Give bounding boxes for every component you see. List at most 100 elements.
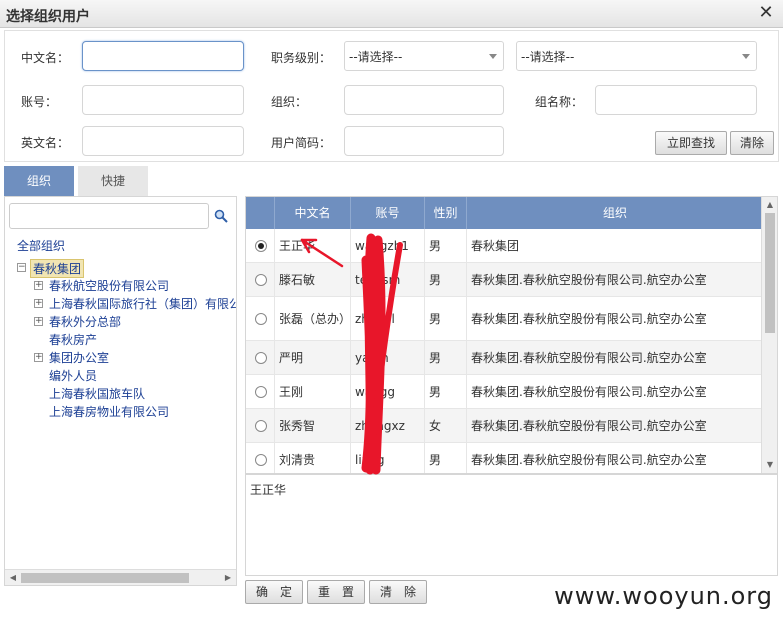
table-row[interactable]: 张秀智 zhangxz 女 春秋集团.春秋航空股份有限公司.航空办公室 <box>246 409 763 443</box>
grid-header-name[interactable]: 中文名 <box>275 197 351 229</box>
table-row[interactable]: 张磊（总办） zhangl 男 春秋集团.春秋航空股份有限公司.航空办公室 <box>246 297 763 341</box>
tab-org[interactable]: 组织 <box>4 166 74 196</box>
table-row[interactable]: 滕石敏 tengsm 男 春秋集团.春秋航空股份有限公司.航空办公室 <box>246 263 763 297</box>
row-name: 张磊（总办） <box>279 311 352 326</box>
grid-header-radio <box>246 197 275 229</box>
selected-users-box[interactable]: 王正华 <box>245 474 778 576</box>
row-org: 春秋集团 <box>471 238 520 253</box>
tree-root[interactable]: 春秋集团 <box>30 259 85 278</box>
org-input[interactable] <box>344 85 504 115</box>
grid-vertical-scrollbar[interactable]: ▲ ▼ <box>761 197 777 473</box>
row-gender: 男 <box>429 272 442 287</box>
row-radio[interactable] <box>255 351 267 364</box>
table-row[interactable]: 刘清贵 liuqg 男 春秋集团.春秋航空股份有限公司.航空办公室 <box>246 443 763 473</box>
row-radio[interactable] <box>255 419 267 432</box>
table-row[interactable]: 王刚 wangg 男 春秋集团.春秋航空股份有限公司.航空办公室 <box>246 375 763 409</box>
job-level-select-2[interactable]: --请选择-- <box>516 41 757 71</box>
row-gender: 男 <box>429 350 442 365</box>
grid-header: 中文名 账号 性别 组织 <box>246 197 763 229</box>
grid-header-gender[interactable]: 性别 <box>425 197 467 229</box>
reset-button[interactable]: 重 置 <box>307 580 365 604</box>
close-icon[interactable]: ✕ <box>757 2 775 24</box>
grid-header-org[interactable]: 组织 <box>467 197 763 229</box>
org-label: 组织： <box>271 95 308 109</box>
tree-node[interactable]: 春秋外分总部 <box>49 313 121 330</box>
row-radio[interactable] <box>255 453 267 466</box>
job-level-select-1[interactable]: --请选择-- <box>344 41 504 71</box>
dialog-titlebar: 选择组织用户 ✕ <box>0 0 783 28</box>
chevron-down-icon <box>489 54 497 59</box>
tree-node[interactable]: 上海春秋国旅车队 <box>49 385 145 402</box>
row-account: wangg <box>355 384 396 399</box>
row-account: tengsm <box>355 272 401 287</box>
tree-horizontal-scrollbar[interactable]: ◀ ▶ <box>5 569 236 585</box>
collapse-icon[interactable]: − <box>17 263 26 272</box>
account-input[interactable] <box>82 85 244 115</box>
user-grid: 中文名 账号 性别 组织 王正华 wangzh1 男 春秋集团 滕石敏 teng… <box>245 196 778 474</box>
english-name-input[interactable] <box>82 126 244 156</box>
tree-node[interactable]: 上海春房物业有限公司 <box>49 403 169 420</box>
tree-search-input[interactable] <box>9 203 209 229</box>
expand-icon[interactable]: + <box>34 353 43 362</box>
job-level-select-1-value: --请选择-- <box>349 50 403 64</box>
org-tree-panel: 全部组织 − 春秋集团 + 春秋航空股份有限公司 + 上海春秋国际旅行社（集团）… <box>4 196 237 586</box>
tree-node[interactable]: 编外人员 <box>49 367 97 384</box>
row-name: 严明 <box>279 350 304 365</box>
clear-selection-button[interactable]: 清 除 <box>369 580 427 604</box>
clear-form-button[interactable]: 清除 <box>730 131 774 155</box>
tree-node[interactable]: 春秋房产 <box>49 331 97 348</box>
row-org: 春秋集团.春秋航空股份有限公司.航空办公室 <box>471 418 707 433</box>
scroll-thumb[interactable] <box>21 573 189 583</box>
scroll-right-icon[interactable]: ▶ <box>220 570 236 585</box>
tree-node[interactable]: 集团办公室 <box>49 349 109 366</box>
scroll-down-icon[interactable]: ▼ <box>762 457 777 473</box>
row-account: liuqg <box>355 452 385 467</box>
tree-all-orgs[interactable]: 全部组织 <box>17 237 65 254</box>
row-name: 王刚 <box>279 384 304 399</box>
row-gender: 男 <box>429 384 442 399</box>
chinese-name-label: 中文名： <box>21 51 70 65</box>
row-radio[interactable] <box>255 385 267 398</box>
row-org: 春秋集团.春秋航空股份有限公司.航空办公室 <box>471 350 707 365</box>
selected-users-text: 王正华 <box>250 483 287 497</box>
table-row[interactable]: 严明 yanm 男 春秋集团.春秋航空股份有限公司.航空办公室 <box>246 341 763 375</box>
search-button[interactable]: 立即查找 <box>655 131 727 155</box>
row-radio[interactable] <box>255 273 267 286</box>
tab-quick[interactable]: 快捷 <box>78 166 148 196</box>
search-form: 中文名： 职务级别： --请选择-- --请选择-- 账号： 组织： 组名称： … <box>4 30 779 162</box>
search-icon[interactable] <box>214 209 228 223</box>
row-gender: 女 <box>429 418 442 433</box>
row-name: 张秀智 <box>279 418 316 433</box>
group-name-input[interactable] <box>595 85 757 115</box>
chinese-name-input[interactable] <box>82 41 244 71</box>
expand-icon[interactable]: + <box>34 299 43 308</box>
chevron-down-icon <box>742 54 750 59</box>
confirm-button[interactable]: 确 定 <box>245 580 303 604</box>
row-account: yanm <box>355 350 389 365</box>
row-org: 春秋集团.春秋航空股份有限公司.航空办公室 <box>471 311 707 326</box>
scroll-thumb[interactable] <box>765 213 775 333</box>
grid-header-account[interactable]: 账号 <box>351 197 425 229</box>
expand-icon[interactable]: + <box>34 317 43 326</box>
row-gender: 男 <box>429 238 442 253</box>
tree-node[interactable]: 上海春秋国际旅行社（集团）有限公司 <box>49 295 236 312</box>
tree-node[interactable]: 春秋航空股份有限公司 <box>49 277 169 294</box>
watermark-text: www.wooyun.org <box>554 582 773 610</box>
table-row[interactable]: 王正华 wangzh1 男 春秋集团 <box>246 229 763 263</box>
english-name-label: 英文名： <box>21 136 70 150</box>
row-name: 王正华 <box>279 238 316 253</box>
dialog-title: 选择组织用户 <box>6 9 90 25</box>
row-name: 刘清贵 <box>279 452 316 467</box>
scroll-left-icon[interactable]: ◀ <box>5 570 21 585</box>
account-label: 账号： <box>21 95 58 109</box>
user-abbr-input[interactable] <box>344 126 504 156</box>
row-radio[interactable] <box>255 239 267 252</box>
scroll-up-icon[interactable]: ▲ <box>762 197 777 213</box>
expand-icon[interactable]: + <box>34 281 43 290</box>
row-account: zhangl <box>355 311 395 326</box>
user-abbr-label: 用户简码： <box>271 136 332 150</box>
row-account: wangzh1 <box>355 238 409 253</box>
tree-tabs: 组织 快捷 <box>4 166 237 196</box>
row-org: 春秋集团.春秋航空股份有限公司.航空办公室 <box>471 384 707 399</box>
row-radio[interactable] <box>255 312 267 325</box>
